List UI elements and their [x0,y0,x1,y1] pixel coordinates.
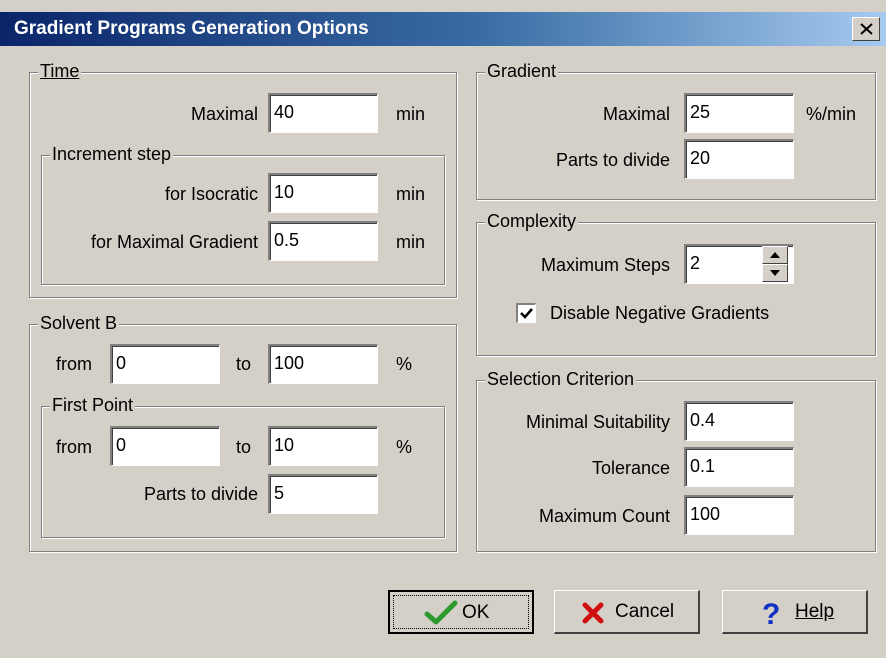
gradient-maximal-input[interactable]: 25 [684,93,794,133]
cancel-button[interactable]: Cancel [554,590,700,634]
gradient-maximal-label: Maximal [602,104,670,124]
max-steps-label: Maximum Steps [540,255,670,275]
help-label-text: Help [795,601,835,622]
gradient-parts-label: Parts to divide [555,150,670,170]
gradient-maximal-unit: %/min [806,104,857,124]
solvent-b-legend: Solvent B [38,313,120,334]
first-point-to-input[interactable]: 10 [268,426,378,466]
increment-step-legend: Increment step [50,144,174,165]
time-maximal-label: Maximal [190,104,258,124]
arrow-up-icon [770,252,780,258]
help-label: Help [795,601,834,623]
gradient-legend: Gradient [485,61,559,82]
solvent-to-label: to [236,354,252,374]
solvent-from-label: from [56,354,92,374]
first-point-to-label: to [236,437,252,457]
first-point-parts-input[interactable]: 5 [268,474,378,514]
first-point-unit: % [396,437,413,457]
first-point-legend: First Point [50,395,136,416]
tolerance-label: Tolerance [591,458,670,478]
spin-up-button[interactable] [762,246,788,264]
first-point-from-input[interactable]: 0 [110,426,220,466]
checkmark-icon [424,600,458,625]
first-point-from-label: from [56,437,92,457]
ok-button[interactable]: OK [388,590,534,634]
complexity-legend: Complexity [485,211,579,232]
gradient-parts-input[interactable]: 20 [684,139,794,179]
arrow-down-icon [770,270,780,276]
close-icon [860,23,873,35]
first-point-group: First Point [41,395,445,538]
complexity-group: Complexity [476,211,876,356]
max-gradient-unit: min [396,232,426,252]
checkmark-icon [520,308,533,319]
solvent-unit: % [396,354,413,374]
max-count-input[interactable]: 100 [684,495,794,535]
increment-step-group: Increment step [41,144,445,285]
solvent-from-input[interactable]: 0 [110,344,220,384]
min-suitability-label: Minimal Suitability [525,412,670,432]
title-bar[interactable]: Gradient Programs Generation Options [0,12,886,46]
isocratic-unit: min [396,184,426,204]
svg-text:?: ? [762,598,780,629]
gradient-group: Gradient [476,61,876,200]
max-count-label: Maximum Count [538,506,670,526]
isocratic-input[interactable]: 10 [268,173,378,213]
max-gradient-label: for Maximal Gradient [90,232,258,252]
help-button[interactable]: ? Help [722,590,868,634]
cancel-label: Cancel [615,601,675,622]
first-point-parts-label: Parts to divide [143,484,258,504]
tolerance-input[interactable]: 0.1 [684,447,794,487]
max-steps-spinner[interactable] [762,246,788,282]
help-question-icon: ? [762,598,780,629]
min-suitability-input[interactable]: 0.4 [684,401,794,441]
dialog-window: Gradient Programs Generation Options Tim… [0,0,886,658]
spin-down-button[interactable] [762,264,788,282]
solvent-to-input[interactable]: 100 [268,344,378,384]
disable-negative-checkbox[interactable] [516,303,536,323]
time-legend: Time [38,61,82,82]
time-maximal-input[interactable]: 40 [268,93,378,133]
close-button[interactable] [852,17,880,41]
cancel-x-icon [582,602,604,624]
max-gradient-input[interactable]: 0.5 [268,221,378,261]
dialog-title: Gradient Programs Generation Options [14,18,369,39]
isocratic-label: for Isocratic [164,184,258,204]
ok-label: OK [462,602,490,623]
disable-negative-label[interactable]: Disable Negative Gradients [550,302,769,324]
selection-criterion-legend: Selection Criterion [485,369,637,390]
ok-focus-ring [393,595,529,629]
time-maximal-unit: min [396,104,426,124]
time-legend-text: Time [40,61,80,81]
